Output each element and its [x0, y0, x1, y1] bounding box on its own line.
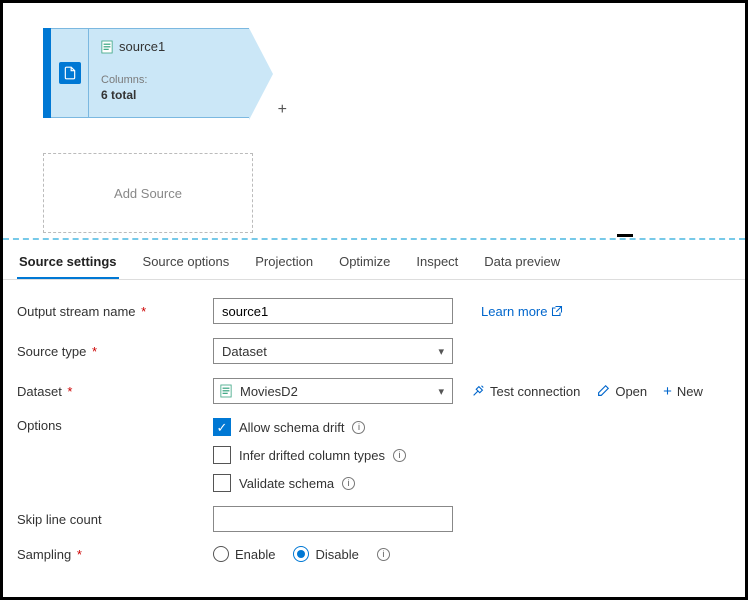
resize-handle[interactable] — [617, 234, 633, 237]
radio-sampling-enable[interactable]: Enable — [213, 546, 275, 562]
tab-source-settings[interactable]: Source settings — [17, 248, 119, 279]
dataset-icon — [101, 40, 113, 54]
source-node[interactable]: source1 Columns: 6 total + — [43, 28, 249, 118]
checkbox-box[interactable] — [213, 418, 231, 436]
required-marker: * — [88, 344, 97, 359]
tab-inspect[interactable]: Inspect — [414, 248, 460, 279]
source-settings-form: Output stream name * Learn more Source t… — [3, 280, 745, 586]
edit-icon — [596, 384, 610, 398]
node-body: source1 Columns: 6 total + — [89, 28, 249, 118]
label-options: Options — [17, 418, 213, 433]
tab-optimize[interactable]: Optimize — [337, 248, 392, 279]
add-source-button[interactable]: Add Source — [43, 153, 253, 233]
test-connection-icon — [471, 384, 485, 398]
external-link-icon — [551, 305, 563, 317]
tab-source-options[interactable]: Source options — [141, 248, 232, 279]
node-icon-column — [51, 28, 89, 118]
learn-more-link[interactable]: Learn more — [481, 304, 563, 319]
radio-button[interactable] — [293, 546, 309, 562]
row-dataset: Dataset * MoviesD2 ▾ Test connection Ope… — [17, 378, 731, 404]
checkbox-box[interactable] — [213, 474, 231, 492]
info-icon[interactable]: i — [377, 548, 390, 561]
row-options: Options Allow schema drift i Infer drift… — [17, 418, 731, 492]
radio-button[interactable] — [213, 546, 229, 562]
sampling-radio-group: Enable Disable i — [213, 546, 390, 562]
new-button[interactable]: + New — [663, 384, 703, 399]
dataset-icon — [220, 384, 232, 398]
node-title-row: source1 — [101, 39, 237, 54]
dataflow-canvas[interactable]: source1 Columns: 6 total + Add Source — [3, 3, 745, 238]
info-icon[interactable]: i — [342, 477, 355, 490]
required-marker: * — [73, 547, 82, 562]
app-frame: source1 Columns: 6 total + Add Source So… — [0, 0, 748, 600]
tab-data-preview[interactable]: Data preview — [482, 248, 562, 279]
label-source-type: Source type * — [17, 344, 213, 359]
source-type-select[interactable]: Dataset ▾ — [213, 338, 453, 364]
node-title: source1 — [119, 39, 165, 54]
canvas-divider — [3, 238, 745, 240]
label-output-stream-name: Output stream name * — [17, 304, 213, 319]
checkbox-allow-schema-drift[interactable]: Allow schema drift i — [213, 418, 406, 436]
tab-bar: Source settings Source options Projectio… — [3, 240, 745, 280]
add-source-label: Add Source — [114, 186, 182, 201]
source-type-icon — [59, 62, 81, 84]
test-connection-button[interactable]: Test connection — [471, 384, 580, 399]
chevron-down-icon: ▾ — [438, 385, 444, 398]
required-marker: * — [138, 304, 147, 319]
row-source-type: Source type * Dataset ▾ — [17, 338, 731, 364]
label-sampling: Sampling * — [17, 547, 213, 562]
row-output-stream-name: Output stream name * Learn more — [17, 298, 731, 324]
node-rail — [43, 28, 51, 118]
info-icon[interactable]: i — [393, 449, 406, 462]
dataset-actions: Test connection Open + New — [471, 384, 703, 399]
node-columns-count: 6 total — [101, 88, 237, 102]
row-sampling: Sampling * Enable Disable i — [17, 546, 731, 562]
checkbox-box[interactable] — [213, 446, 231, 464]
chevron-down-icon: ▾ — [438, 345, 444, 358]
dataset-value: MoviesD2 — [240, 384, 298, 399]
label-skip-line-count: Skip line count — [17, 512, 213, 527]
checkbox-infer-drifted[interactable]: Infer drifted column types i — [213, 446, 406, 464]
dataset-select[interactable]: MoviesD2 ▾ — [213, 378, 453, 404]
required-marker: * — [64, 384, 73, 399]
radio-sampling-disable[interactable]: Disable — [293, 546, 358, 562]
plus-icon: + — [663, 384, 672, 399]
node-columns-label: Columns: — [101, 74, 237, 86]
add-step-icon[interactable]: + — [278, 101, 287, 119]
open-button[interactable]: Open — [596, 384, 647, 399]
skip-line-count-input[interactable] — [213, 506, 453, 532]
checkbox-validate-schema[interactable]: Validate schema i — [213, 474, 406, 492]
source-type-value: Dataset — [222, 344, 267, 359]
options-checkbox-group: Allow schema drift i Infer drifted colum… — [213, 418, 406, 492]
label-dataset: Dataset * — [17, 384, 213, 399]
row-skip-line-count: Skip line count — [17, 506, 731, 532]
info-icon[interactable]: i — [352, 421, 365, 434]
tab-projection[interactable]: Projection — [253, 248, 315, 279]
output-stream-name-input[interactable] — [213, 298, 453, 324]
